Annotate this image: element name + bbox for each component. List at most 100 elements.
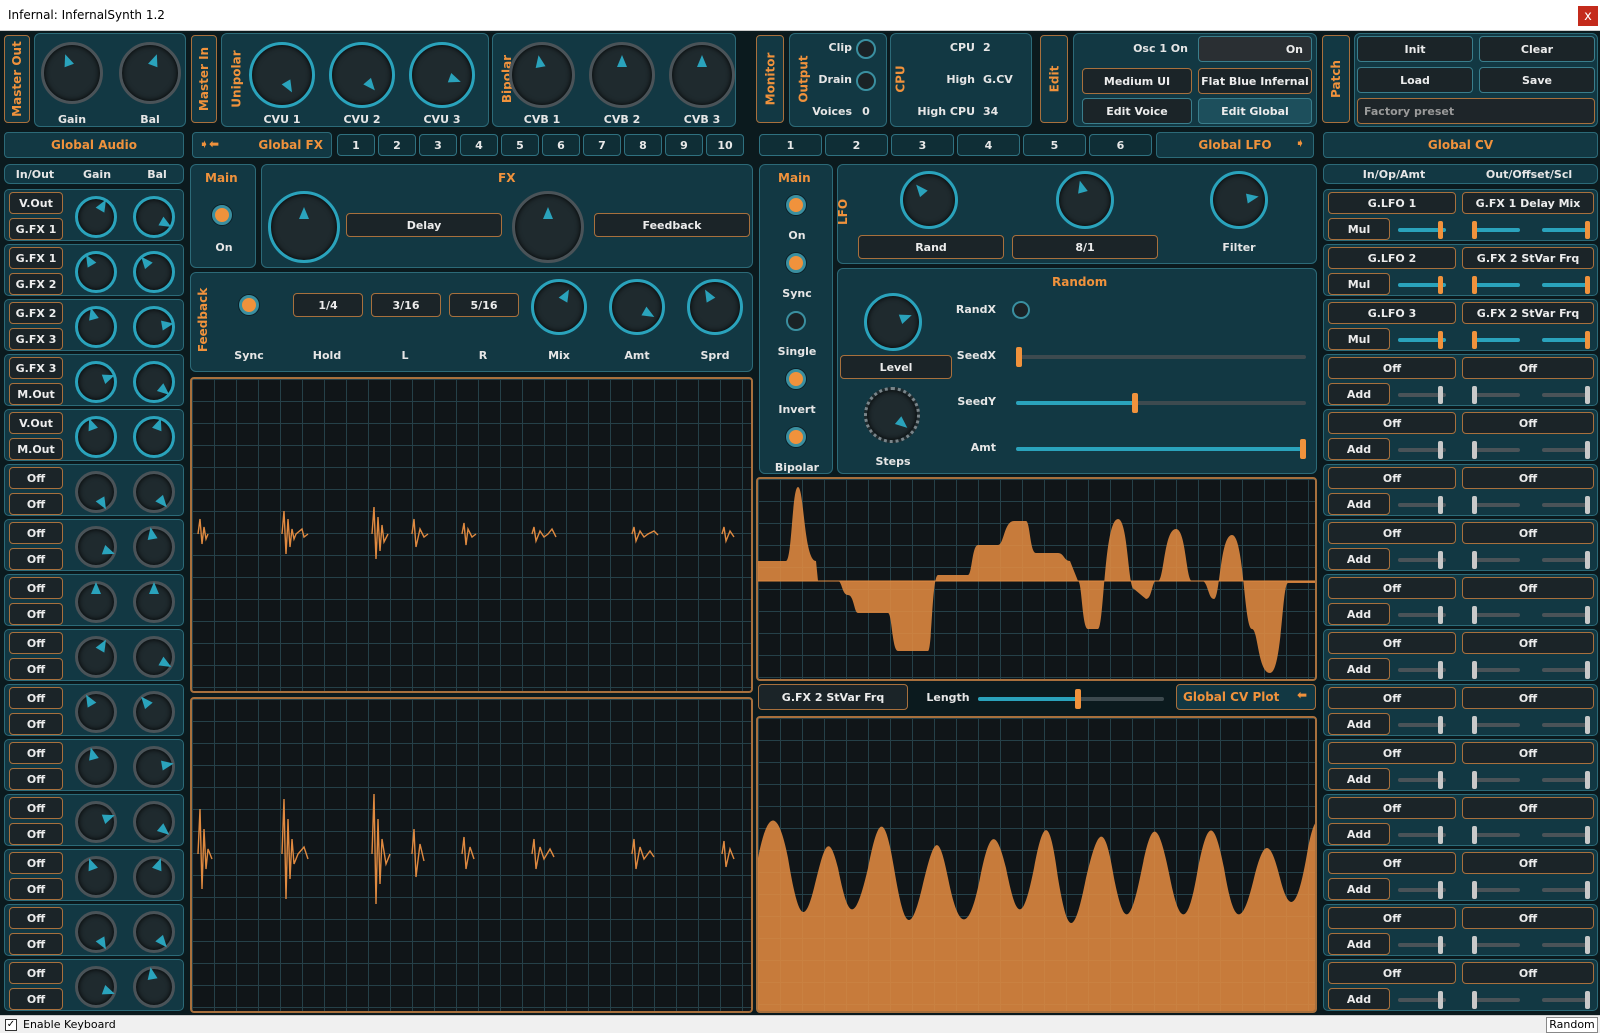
amt-knob[interactable] [609,279,665,335]
cv-amt-slider-thumb[interactable] [1438,771,1443,789]
audio-out-select[interactable]: Off [9,603,63,625]
cv-amt-slider[interactable] [1398,386,1446,404]
audio-out-select[interactable]: Off [9,878,63,900]
cv-op-select[interactable]: Add [1328,438,1390,460]
delay-select[interactable]: Delay [346,213,502,237]
cv-out-select[interactable]: Off [1462,852,1594,874]
cv-in-select[interactable]: Off [1328,357,1456,379]
cv-offset-slider-thumb[interactable] [1472,496,1477,514]
cv-in-select[interactable]: Off [1328,412,1456,434]
cv-scale-slider-thumb[interactable] [1585,716,1590,734]
cv-offset-slider-thumb[interactable] [1472,276,1477,294]
level-select[interactable]: Level [840,355,952,379]
cv-offset-slider[interactable] [1472,661,1520,679]
cvb-2-knob[interactable] [589,42,655,108]
feedback-select[interactable]: Feedback [594,213,750,237]
slider-thumb[interactable] [1016,347,1022,367]
audio-in-select[interactable]: Off [9,632,63,654]
cv-in-select[interactable]: Off [1328,852,1456,874]
fx-knob-1[interactable] [268,191,340,263]
lfo-tab-2[interactable]: 2 [825,134,888,156]
cv-offset-slider-thumb[interactable] [1472,331,1477,349]
cv-amt-slider-thumb[interactable] [1438,716,1443,734]
cv-amt-slider[interactable] [1398,771,1446,789]
cv-offset-slider[interactable] [1472,386,1520,404]
patch-tab[interactable]: Patch [1322,35,1350,123]
audio-bal-knob[interactable] [133,581,175,623]
audio-out-select[interactable]: Off [9,768,63,790]
cv-scale-slider-thumb[interactable] [1585,221,1590,239]
cv-scale-slider-thumb[interactable] [1585,276,1590,294]
edit-global-button[interactable]: Edit Global [1198,98,1312,124]
cvb-3-knob[interactable] [669,42,735,108]
audio-in-select[interactable]: Off [9,687,63,709]
cv-in-select[interactable]: Off [1328,687,1456,709]
cv-offset-slider-thumb[interactable] [1472,551,1477,569]
cv-offset-slider[interactable] [1472,716,1520,734]
edit-tab[interactable]: Edit [1040,35,1068,123]
audio-bal-knob[interactable] [133,251,175,293]
audio-bal-knob[interactable] [133,361,175,403]
audio-bal-knob[interactable] [133,911,175,953]
mix-knob[interactable] [531,279,587,335]
cv-amt-slider[interactable] [1398,331,1446,349]
monitor-tab[interactable]: Monitor [756,35,784,123]
cv-offset-slider[interactable] [1472,221,1520,239]
cv-offset-slider[interactable] [1472,991,1520,1009]
cv-in-select[interactable]: Off [1328,577,1456,599]
audio-bal-knob[interactable] [133,471,175,513]
fx-tab-3[interactable]: 3 [419,134,457,156]
cv-op-select[interactable]: Add [1328,383,1390,405]
cv-offset-slider[interactable] [1472,771,1520,789]
lfo-filter-knob[interactable] [1210,171,1268,229]
global-cv-tab[interactable]: Global CV [1323,132,1598,158]
cv-scale-slider[interactable] [1542,276,1590,294]
bal-knob[interactable] [119,42,181,104]
cv-scale-slider-thumb[interactable] [1585,881,1590,899]
osc-select[interactable]: On [1198,36,1312,62]
fx-tab-2[interactable]: 2 [378,134,416,156]
cv-out-select[interactable]: Off [1462,357,1594,379]
cv-offset-slider-thumb[interactable] [1472,441,1477,459]
cv-scale-slider[interactable] [1542,771,1590,789]
gain-knob[interactable] [41,42,103,104]
cv-in-select[interactable]: G.LFO 1 [1328,192,1456,214]
cv-amt-slider-thumb[interactable] [1438,661,1443,679]
fx-tab-9[interactable]: 9 [665,134,703,156]
audio-in-select[interactable]: V.Out [9,192,63,214]
audio-gain-knob[interactable] [75,251,117,293]
cv-scale-slider-thumb[interactable] [1585,606,1590,624]
randx-toggle[interactable] [1012,301,1030,319]
cvu-2-knob[interactable] [329,42,395,108]
cvu-3-knob[interactable] [409,42,475,108]
audio-gain-knob[interactable] [75,196,117,238]
cv-op-select[interactable]: Add [1328,823,1390,845]
audio-out-select[interactable]: G.FX 2 [9,273,63,295]
cv-offset-slider[interactable] [1472,606,1520,624]
clear-button[interactable]: Clear [1479,36,1595,62]
audio-gain-knob[interactable] [75,361,117,403]
cv-out-select[interactable]: G.FX 1 Delay Mix [1462,192,1594,214]
fx-tab-5[interactable]: 5 [501,134,539,156]
audio-bal-knob[interactable] [133,636,175,678]
fx-tab-4[interactable]: 4 [460,134,498,156]
fx-on-toggle[interactable] [212,205,232,225]
cv-amt-slider[interactable] [1398,276,1446,294]
lfo-rate-knob[interactable] [1056,171,1114,229]
cv-op-select[interactable]: Add [1328,603,1390,625]
r-select[interactable]: 5/16 [449,293,519,317]
cv-out-select[interactable]: Off [1462,907,1594,929]
cv-op-select[interactable]: Add [1328,713,1390,735]
lfo-tab-4[interactable]: 4 [957,134,1020,156]
cv-scale-slider-thumb[interactable] [1585,441,1590,459]
cv-offset-slider[interactable] [1472,496,1520,514]
lfo-tab-1[interactable]: 1 [759,134,822,156]
cv-scale-slider-thumb[interactable] [1585,991,1590,1009]
cv-scale-slider-thumb[interactable] [1585,551,1590,569]
cv-op-select[interactable]: Mul [1328,328,1390,350]
audio-bal-knob[interactable] [133,746,175,788]
cv-scale-slider-thumb[interactable] [1585,661,1590,679]
cv-op-select[interactable]: Add [1328,658,1390,680]
level-knob[interactable] [864,293,922,351]
fx-knob-2[interactable] [512,191,584,263]
